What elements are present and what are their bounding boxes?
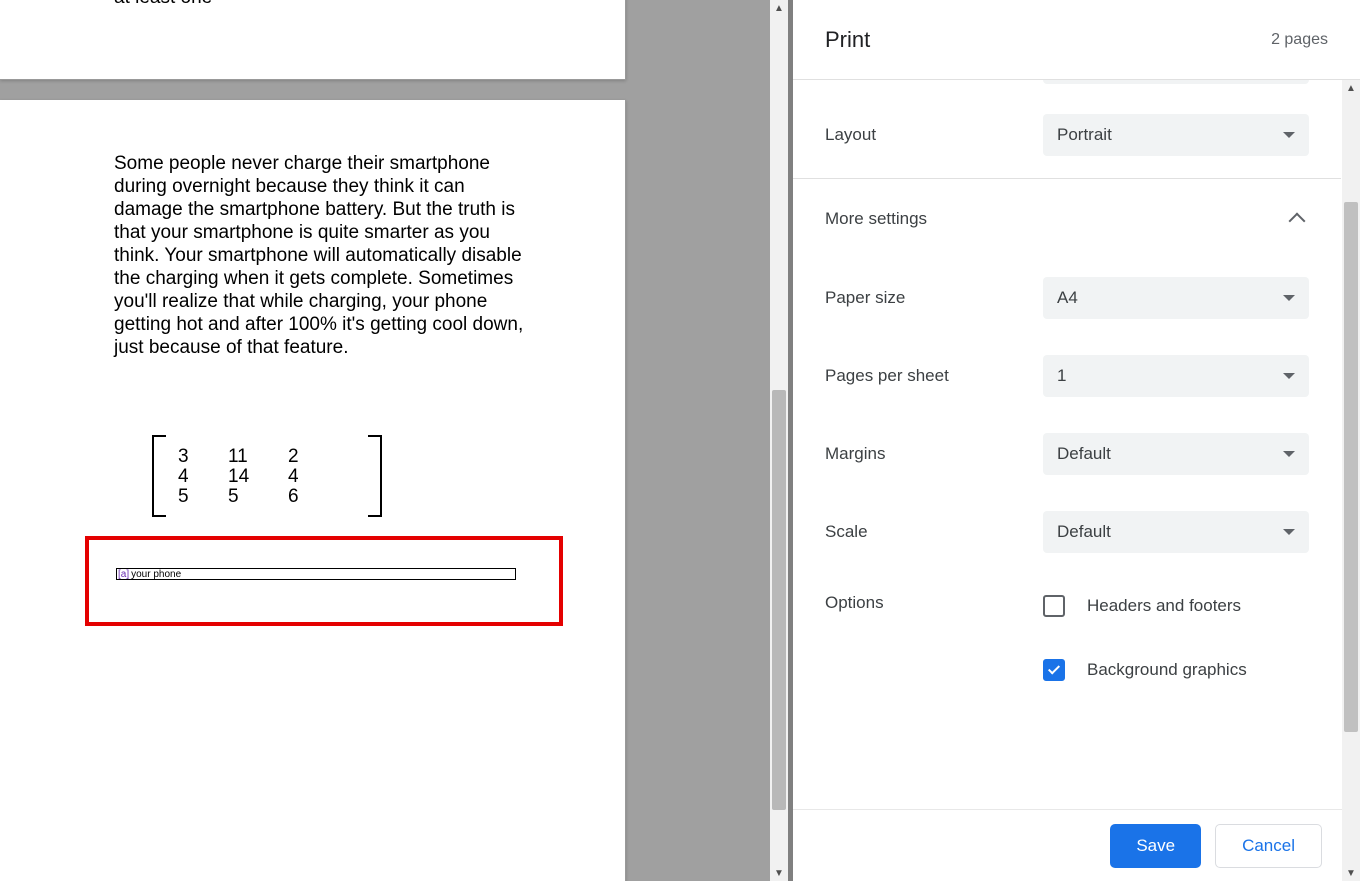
highlight-annotation [85,536,563,626]
panel-header: Print 2 pages [793,0,1360,80]
scroll-up-icon[interactable]: ▲ [1342,80,1360,96]
preview-scrollbar[interactable]: ▲ ▼ [770,0,788,881]
comment-marker: [a] [117,569,130,580]
layout-select[interactable]: Portrait [1043,114,1309,156]
background-graphics-option[interactable]: Background graphics [1043,653,1309,687]
scroll-down-icon[interactable]: ▼ [770,865,788,881]
scale-label: Scale [825,522,1043,542]
layout-label: Layout [825,125,1043,145]
panel-scrollbar[interactable]: ▲ ▼ [1342,80,1360,881]
panel-footer: Save Cancel [793,809,1342,881]
chevron-up-icon [1289,213,1306,230]
headers-footers-option[interactable]: Headers and footers [1043,589,1309,623]
matrix-cell: 11 [228,447,288,467]
pages-per-sheet-value: 1 [1057,366,1066,386]
options-label: Options [825,589,1043,613]
matrix-cell: 3 [178,447,228,467]
background-graphics-checkbox[interactable] [1043,659,1065,681]
previous-select-bottom[interactable] [1043,80,1309,84]
pages-per-sheet-label: Pages per sheet [825,366,1043,386]
matrix-cell: 5 [228,487,288,507]
scale-select[interactable]: Default [1043,511,1309,553]
options-row: Options Headers and footers Background g… [793,571,1341,705]
cancel-button[interactable]: Cancel [1215,824,1322,868]
matrix-cell: 14 [228,467,288,487]
pages-per-sheet-row: Pages per sheet 1 [793,337,1341,415]
margins-select[interactable]: Default [1043,433,1309,475]
background-graphics-label: Background graphics [1087,660,1247,680]
matrix-cells: 3 11 2 4 14 4 5 5 6 [178,447,338,507]
paper-size-select[interactable]: A4 [1043,277,1309,319]
more-settings-label: More settings [825,209,927,229]
matrix-cell: 4 [288,467,338,487]
scale-row: Scale Default [793,493,1341,571]
matrix-cell: 4 [178,467,228,487]
paper-size-value: A4 [1057,288,1078,308]
layout-row: Layout Portrait [793,96,1341,174]
preview-background: phone is a machine and it needs some res… [0,0,770,881]
paper-size-label: Paper size [825,288,1043,308]
right-bracket-icon [368,435,382,517]
save-button[interactable]: Save [1110,824,1201,868]
headers-footers-checkbox[interactable] [1043,595,1065,617]
scroll-up-icon[interactable]: ▲ [770,0,788,16]
settings-scroll: Layout Portrait More settings Paper size [793,80,1341,881]
scale-value: Default [1057,522,1111,542]
pages-per-sheet-select[interactable]: 1 [1043,355,1309,397]
panel-scroll-thumb[interactable] [1344,202,1358,732]
comment-text: your phone [130,569,181,580]
print-settings-panel: Print 2 pages Layout Portrait More setti… [793,0,1360,881]
chevron-down-icon [1283,295,1295,301]
more-settings-toggle[interactable]: More settings [793,179,1341,259]
matrix-cell: 6 [288,487,338,507]
panel-body: Layout Portrait More settings Paper size [793,80,1360,881]
left-bracket-icon [152,435,166,517]
panel-title: Print [825,27,870,53]
margins-value: Default [1057,444,1111,464]
preview-page-2: Some people never charge their smartphon… [0,100,626,881]
margins-row: Margins Default [793,415,1341,493]
comment-footnote: [a] your phone [116,568,516,580]
preview-page-1: phone is a machine and it needs some res… [0,0,626,80]
matrix-cell: 5 [178,487,228,507]
chevron-down-icon [1283,451,1295,457]
margins-label: Margins [825,444,1043,464]
chevron-down-icon [1283,373,1295,379]
chevron-down-icon [1283,132,1295,138]
page-count: 2 pages [1271,31,1328,49]
print-preview-area: phone is a machine and it needs some res… [0,0,793,881]
matrix-cell: 2 [288,447,338,467]
chevron-down-icon [1283,529,1295,535]
preview-scroll-thumb[interactable] [772,390,786,810]
layout-value: Portrait [1057,125,1112,145]
scroll-down-icon[interactable]: ▼ [1342,865,1360,881]
paper-size-row: Paper size A4 [793,259,1341,337]
checkmark-icon [1048,662,1060,674]
page1-body-text: phone is a machine and it needs some res… [114,0,524,9]
page2-body-text: Some people never charge their smartphon… [114,152,524,359]
matrix-equation: 3 11 2 4 14 4 5 5 6 [152,435,382,520]
headers-footers-label: Headers and footers [1087,596,1241,616]
